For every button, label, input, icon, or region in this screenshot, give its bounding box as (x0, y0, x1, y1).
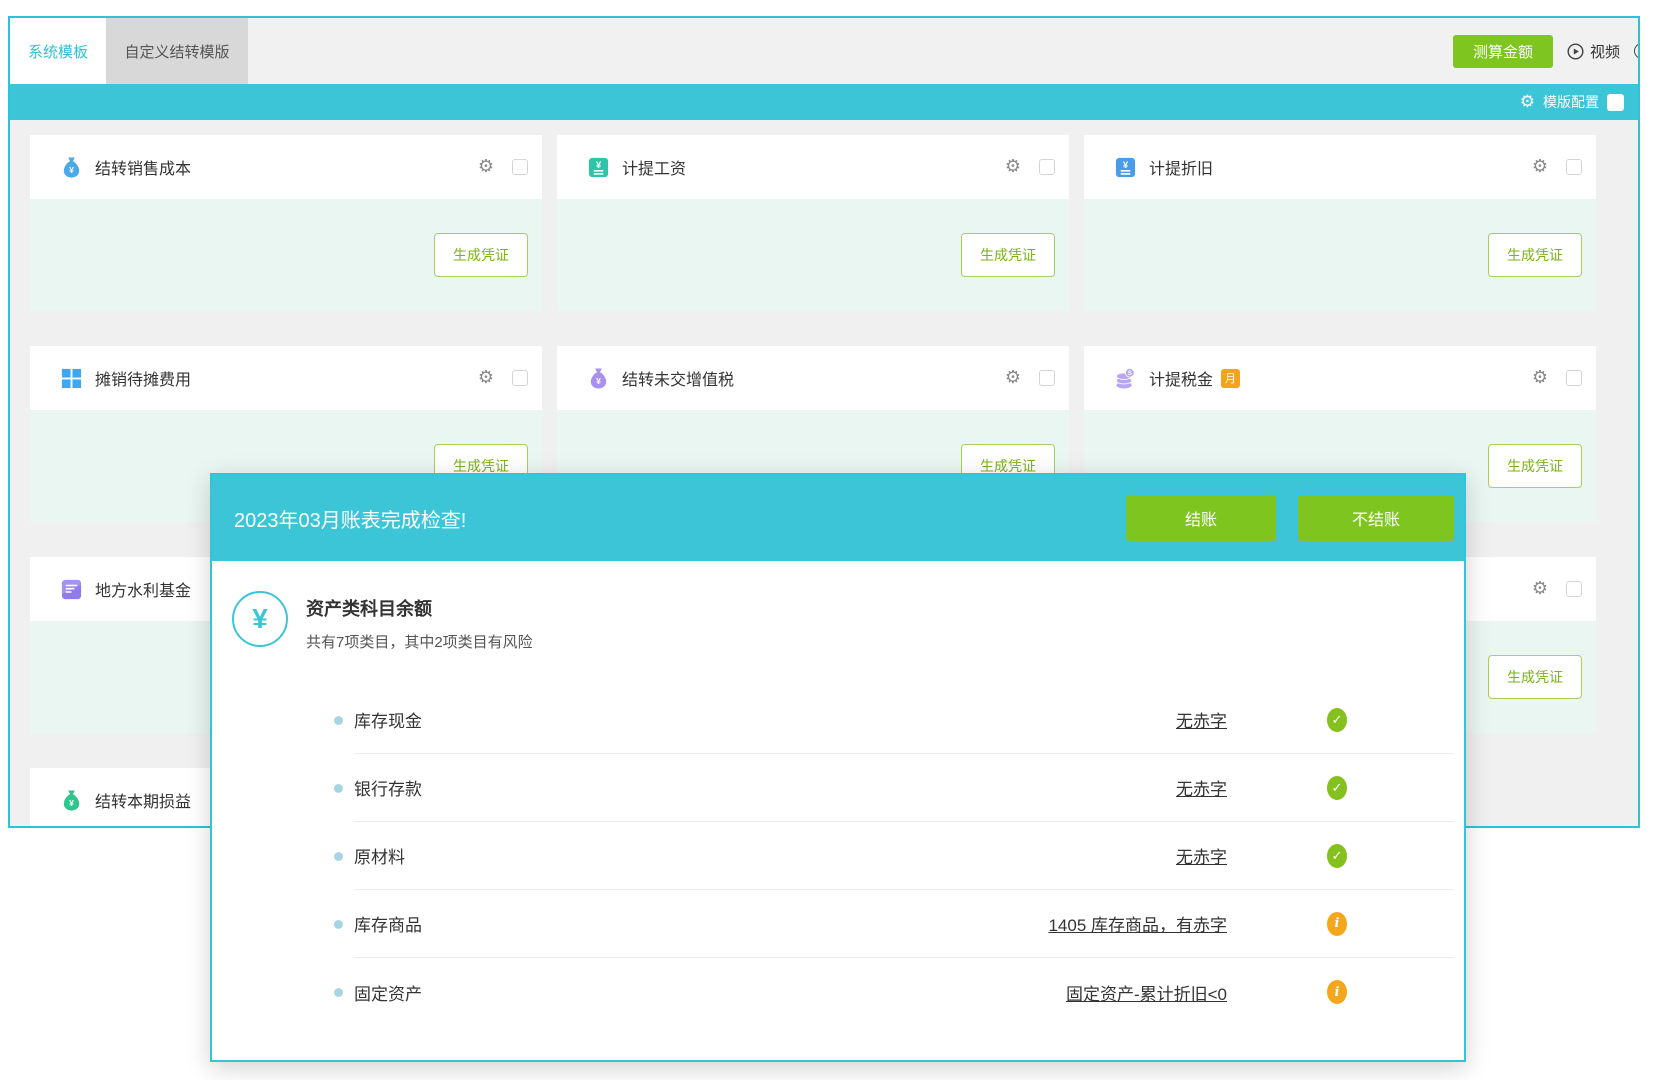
warning-info-icon: i (1327, 912, 1347, 936)
coins-icon: S (1114, 367, 1137, 390)
yen-circle-icon: ¥ (232, 591, 288, 647)
card-settings-icon[interactable]: ⚙ (1005, 369, 1021, 387)
svg-text:¥: ¥ (1123, 159, 1129, 170)
account-result-link[interactable]: 固定资产-累计折旧<0 (1066, 980, 1227, 1005)
list-item: 原材料 无赤字 ✓ (354, 822, 1454, 890)
account-name: 固定资产 (354, 980, 422, 1005)
card-carryover-sales-cost: ¥ 结转销售成本 ⚙ 生成凭证 (30, 135, 542, 311)
video-link[interactable]: 视频 (1567, 41, 1620, 62)
money-bag-icon: ¥ (587, 367, 610, 390)
summary-title: 资产类科目余额 (306, 595, 533, 621)
month-end-check-dialog: 2023年03月账表完成检查! 结账 不结账 ¥ 资产类科目余额 共有7项类目，… (210, 473, 1466, 1062)
clipped-circle-icon[interactable] (1634, 43, 1640, 59)
tab-bar: 系统模板 自定义结转模版 测算金额 视频 (10, 18, 1638, 84)
card-settings-icon[interactable]: ⚙ (1532, 158, 1548, 176)
bullet-icon (334, 716, 343, 725)
account-name: 原材料 (354, 843, 405, 868)
list-item: 银行存款 无赤字 ✓ (354, 754, 1454, 822)
document-icon (60, 578, 83, 601)
template-config-label[interactable]: 模版配置 (1543, 92, 1599, 112)
money-bag-icon: ¥ (60, 789, 83, 812)
svg-text:¥: ¥ (69, 797, 74, 807)
account-name: 银行存款 (354, 775, 422, 800)
calculate-amount-button[interactable]: 测算金额 (1453, 35, 1553, 68)
card-title: 结转销售成本 (95, 155, 191, 179)
settle-button[interactable]: 结账 (1126, 495, 1276, 541)
card-accrue-salary: ¥ 计提工资 ⚙ 生成凭证 (557, 135, 1069, 311)
dialog-summary: ¥ 资产类科目余额 共有7项类目，其中2项类目有风险 (212, 561, 1464, 652)
card-checkbox[interactable] (512, 159, 528, 175)
card-accrue-depreciation: ¥ 计提折旧 ⚙ 生成凭证 (1084, 135, 1596, 311)
card-title: 计提工资 (622, 155, 686, 179)
svg-text:¥: ¥ (69, 164, 74, 174)
card-settings-icon[interactable]: ⚙ (1532, 580, 1548, 598)
bullet-icon (334, 988, 343, 997)
card-settings-icon[interactable]: ⚙ (478, 158, 494, 176)
config-checkbox[interactable] (1607, 94, 1624, 111)
svg-text:S: S (1128, 369, 1132, 376)
generate-voucher-button[interactable]: 生成凭证 (1488, 655, 1582, 699)
generate-voucher-button[interactable]: 生成凭证 (434, 233, 528, 277)
card-title: 地方水利基金 (95, 577, 191, 601)
account-name: 库存现金 (354, 707, 422, 732)
card-checkbox[interactable] (1039, 370, 1055, 386)
card-title: 计提折旧 (1149, 155, 1213, 179)
play-circle-icon (1567, 43, 1584, 60)
generate-voucher-button[interactable]: 生成凭证 (961, 233, 1055, 277)
card-settings-icon[interactable]: ⚙ (1005, 158, 1021, 176)
tab-system-template[interactable]: 系统模板 (10, 18, 106, 84)
tab-custom-template[interactable]: 自定义结转模版 (106, 18, 248, 84)
money-bag-icon: ¥ (60, 156, 83, 179)
account-result-link[interactable]: 无赤字 (1176, 775, 1227, 800)
dialog-title: 2023年03月账表完成检查! (234, 504, 466, 533)
card-checkbox[interactable] (1566, 159, 1582, 175)
account-check-list: 库存现金 无赤字 ✓ 银行存款 无赤字 ✓ 原材料 无赤字 ✓ 库存商品 140… (354, 686, 1454, 1026)
card-checkbox[interactable] (1039, 159, 1055, 175)
generate-voucher-button[interactable]: 生成凭证 (1488, 233, 1582, 277)
account-result-link[interactable]: 无赤字 (1176, 707, 1227, 732)
no-settle-button[interactable]: 不结账 (1298, 495, 1454, 541)
card-checkbox[interactable] (1566, 370, 1582, 386)
warning-info-icon: i (1327, 980, 1347, 1004)
month-badge: 月 (1221, 369, 1240, 388)
account-result-link[interactable]: 1405 库存商品，有赤字 (1048, 911, 1227, 936)
card-settings-icon[interactable]: ⚙ (1532, 369, 1548, 387)
dialog-header: 2023年03月账表完成检查! 结账 不结账 (212, 475, 1464, 561)
salary-icon: ¥ (1114, 156, 1137, 179)
list-item: 固定资产 固定资产-累计折旧<0 i (354, 958, 1454, 1026)
check-ok-icon: ✓ (1327, 776, 1347, 800)
gear-icon: ⚙ (1520, 94, 1535, 111)
card-checkbox[interactable] (1566, 581, 1582, 597)
salary-icon: ¥ (587, 156, 610, 179)
card-title: 结转未交增值税 (622, 366, 734, 390)
list-item: 库存商品 1405 库存商品，有赤字 i (354, 890, 1454, 958)
card-settings-icon[interactable]: ⚙ (478, 369, 494, 387)
bullet-icon (334, 852, 343, 861)
list-item: 库存现金 无赤字 ✓ (354, 686, 1454, 754)
tabbar-actions: 测算金额 视频 (1453, 18, 1638, 84)
check-ok-icon: ✓ (1327, 844, 1347, 868)
card-title: 计提税金 (1149, 366, 1213, 390)
card-title: 摊销待摊费用 (95, 366, 191, 390)
check-ok-icon: ✓ (1327, 708, 1347, 732)
summary-subtitle: 共有7项类目，其中2项类目有风险 (306, 631, 533, 652)
grid-icon (60, 367, 83, 390)
bullet-icon (334, 784, 343, 793)
account-name: 库存商品 (354, 911, 422, 936)
bullet-icon (334, 920, 343, 929)
template-toolbar: ⚙ 模版配置 (10, 84, 1638, 120)
video-label: 视频 (1590, 41, 1620, 62)
svg-text:¥: ¥ (596, 375, 601, 385)
svg-text:¥: ¥ (596, 159, 602, 170)
account-result-link[interactable]: 无赤字 (1176, 843, 1227, 868)
generate-voucher-button[interactable]: 生成凭证 (1488, 444, 1582, 488)
card-checkbox[interactable] (512, 370, 528, 386)
card-title: 结转本期损益 (95, 788, 191, 812)
